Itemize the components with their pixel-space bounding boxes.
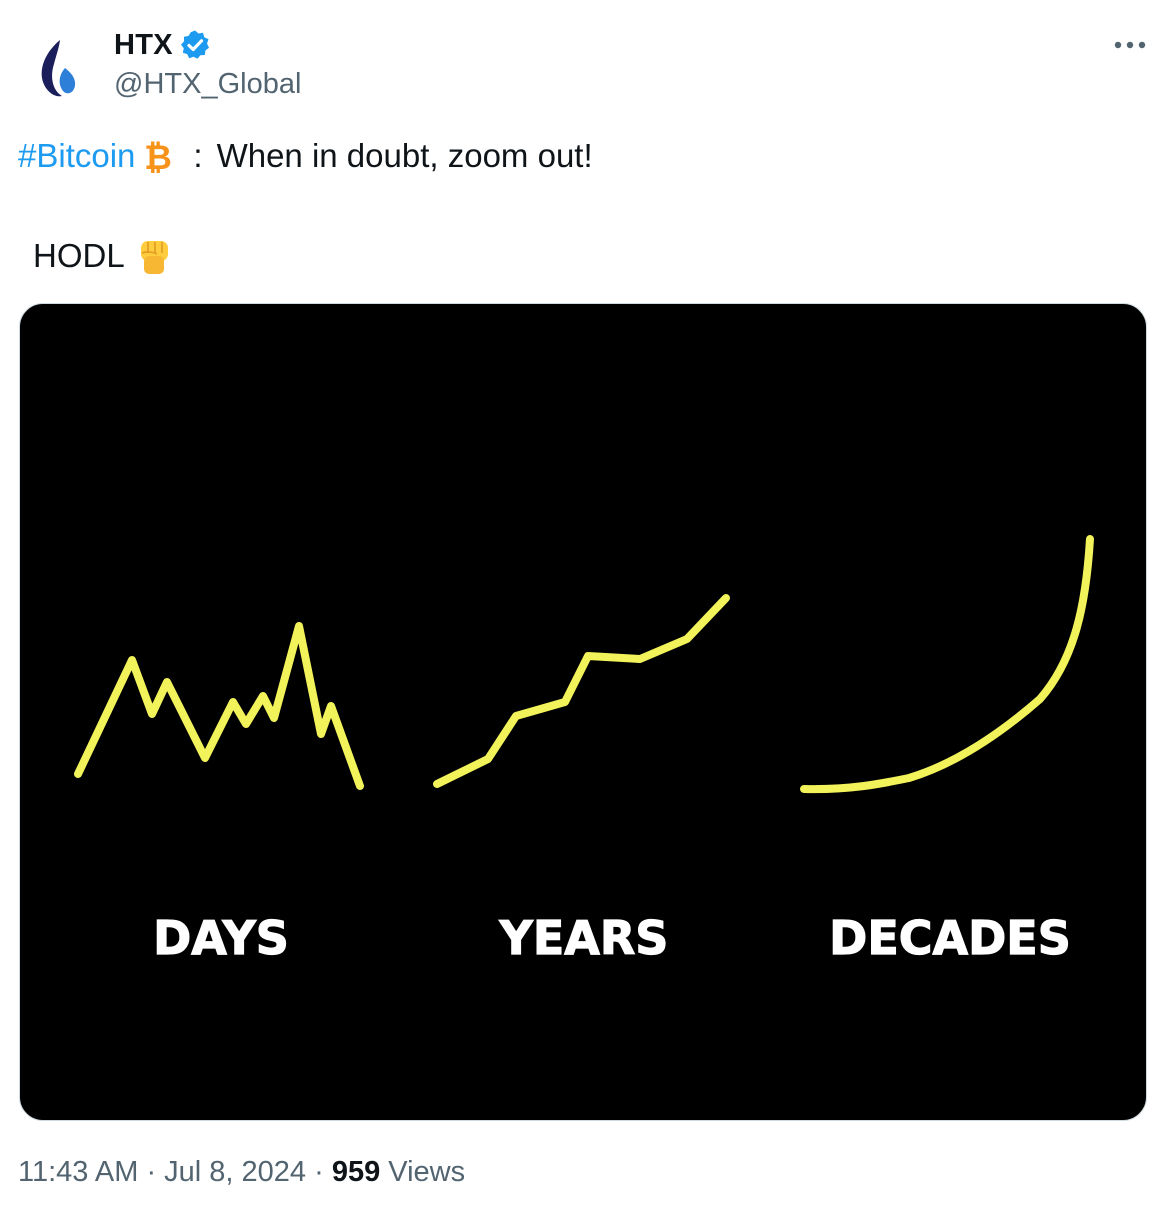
tweet-text: When in doubt, zoom out! bbox=[216, 137, 593, 174]
days-line bbox=[74, 622, 364, 790]
tweet-date[interactable]: Jul 8, 2024 bbox=[164, 1156, 306, 1189]
avatar[interactable] bbox=[18, 20, 98, 100]
meta-separator: · bbox=[138, 1156, 165, 1188]
tweet-text-line-1: #Bitcoin ₿ : When in doubt, zoom out! bbox=[18, 136, 593, 176]
zoom-out-chart-illustration: DAYS YEARS DECADES bbox=[74, 535, 1094, 966]
hashtag-link[interactable]: #Bitcoin bbox=[18, 137, 135, 175]
author-name-row[interactable]: HTX bbox=[114, 26, 211, 64]
decades-curve bbox=[800, 535, 1094, 794]
hodl-text: HODL bbox=[33, 237, 125, 274]
panel-label-decades: DECADES bbox=[829, 911, 1071, 965]
author-name[interactable]: HTX bbox=[114, 29, 173, 62]
htx-flame-logo-icon bbox=[41, 40, 76, 97]
verified-badge-icon bbox=[180, 30, 209, 59]
author-handle[interactable]: @HTX_Global bbox=[114, 68, 301, 101]
years-line bbox=[433, 594, 730, 788]
panel-label-years: YEARS bbox=[499, 911, 669, 965]
meta-separator: · bbox=[306, 1156, 332, 1188]
more-horizontal-icon bbox=[1114, 41, 1146, 49]
tweet-media-image[interactable]: DAYS YEARS DECADES bbox=[19, 303, 1147, 1121]
panel-label-days: DAYS bbox=[153, 911, 289, 965]
more-options-button[interactable] bbox=[1108, 28, 1152, 62]
raised-fist-emoji-icon bbox=[140, 241, 168, 274]
views-label: Views bbox=[380, 1156, 466, 1188]
tweet-meta: 11:43 AM · Jul 8, 2024 · 959 Views bbox=[18, 1156, 465, 1189]
tweet-time[interactable]: 11:43 AM bbox=[18, 1156, 138, 1189]
svg-text:₿: ₿ bbox=[145, 138, 173, 176]
separator-colon: : bbox=[193, 137, 203, 174]
views-count: 959 bbox=[331, 1156, 381, 1188]
tweet-text-line-2: HODL bbox=[33, 234, 177, 278]
bitcoin-icon: ₿ bbox=[145, 138, 173, 176]
